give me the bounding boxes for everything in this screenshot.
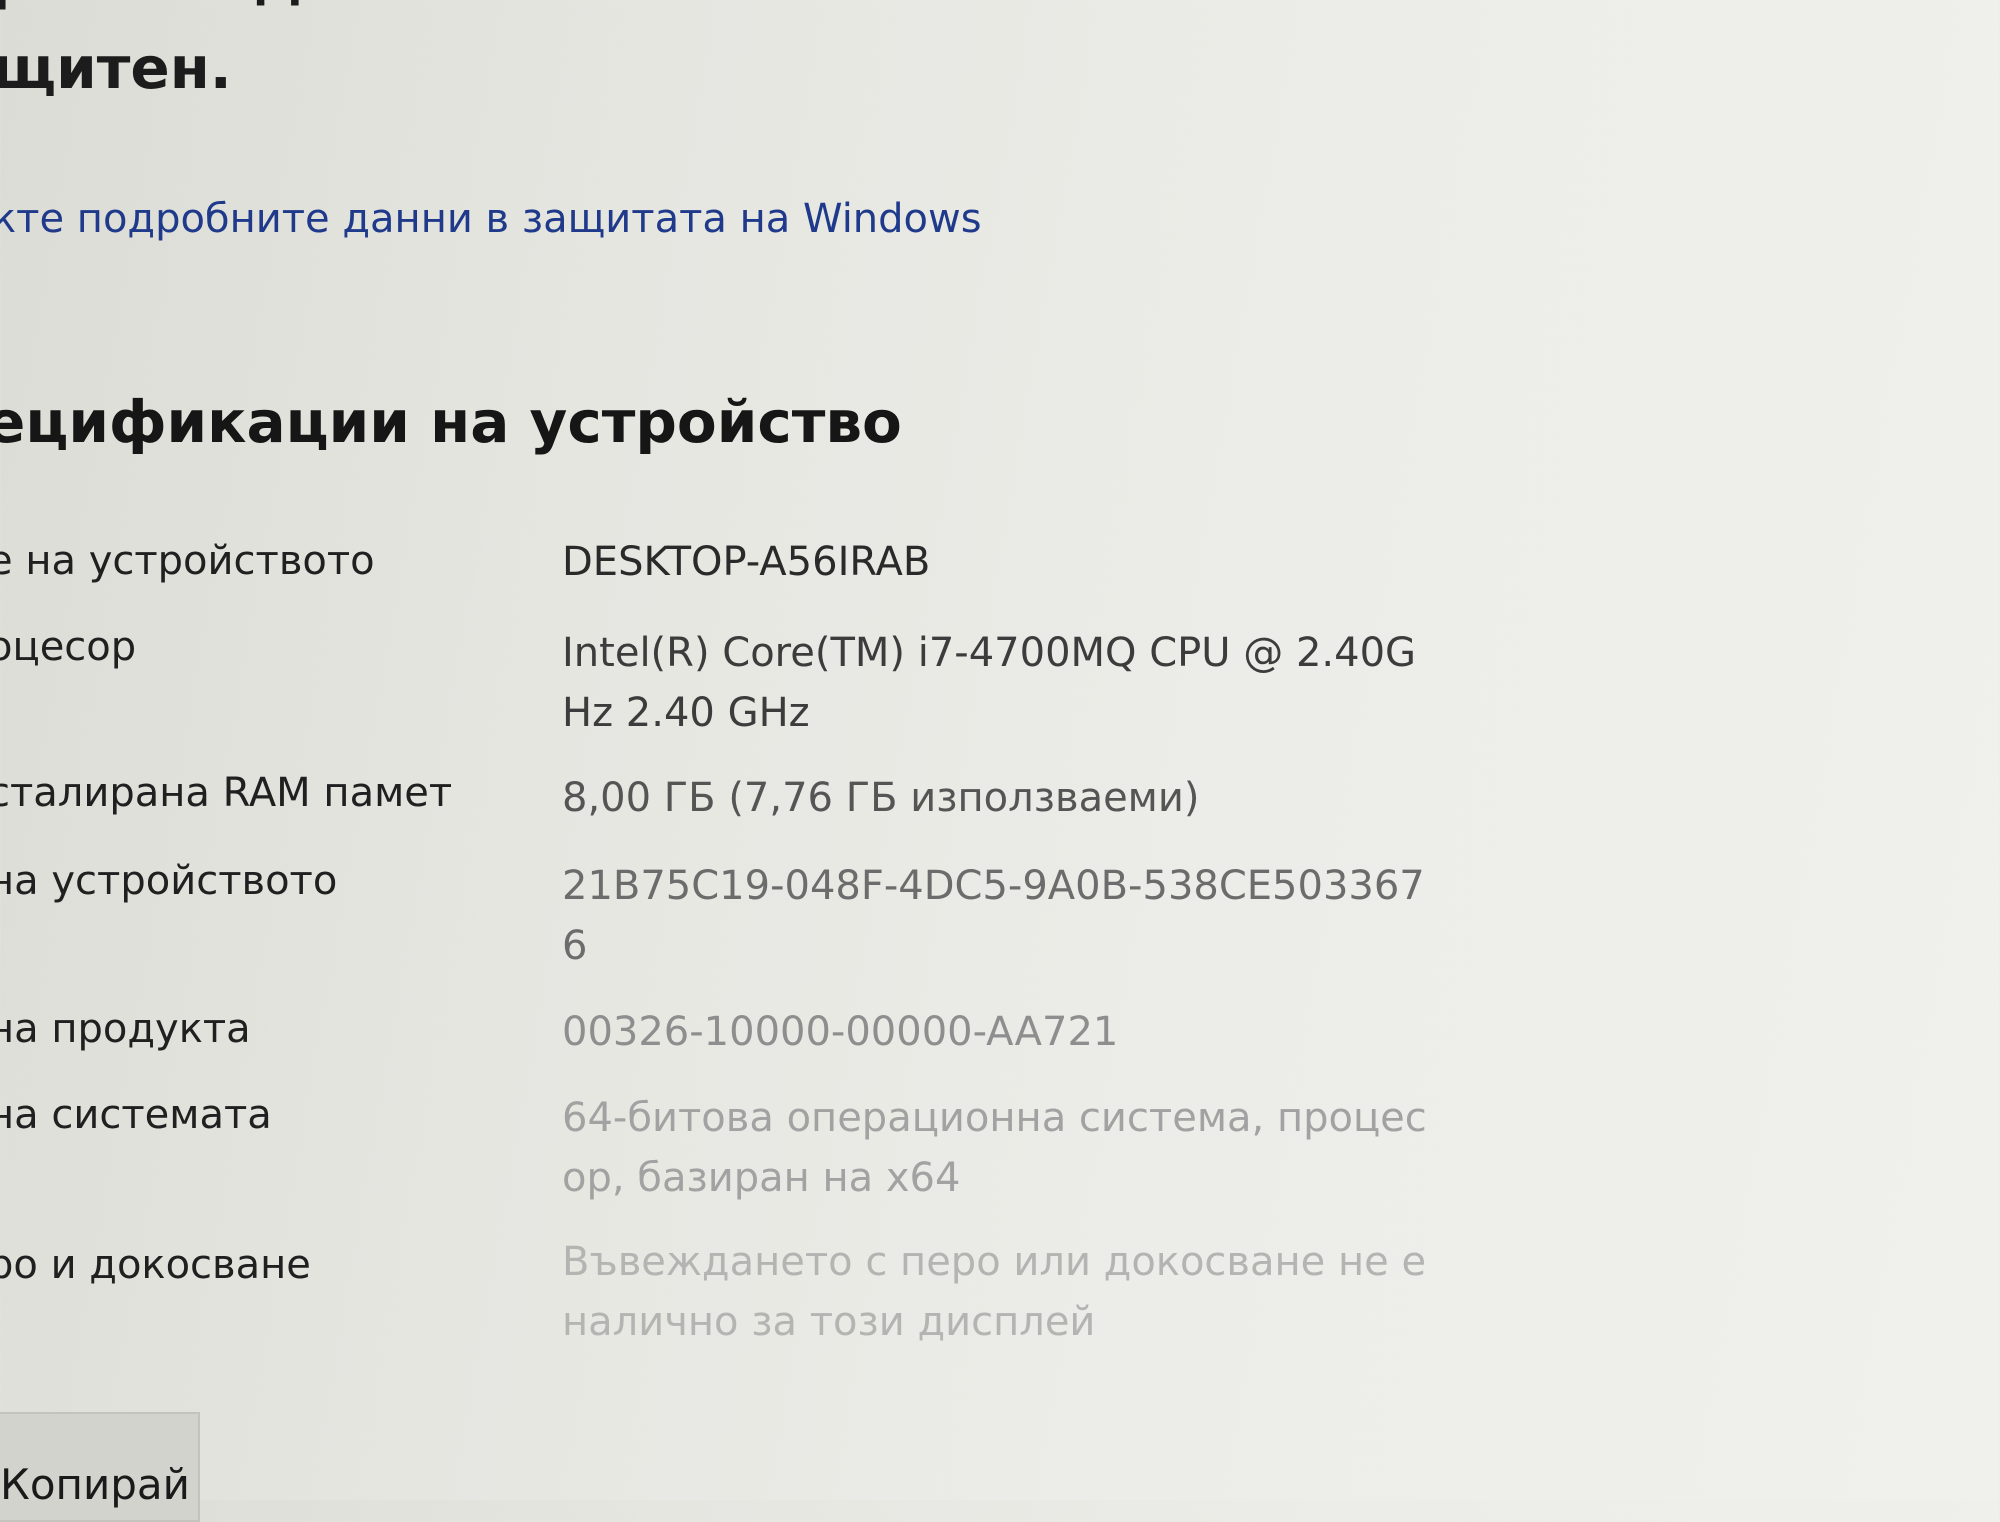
- spec-label-pen-touch: ро и докосване: [0, 1242, 311, 1288]
- spec-value-pen-touch: Въвеждането с перо или докосване не е на…: [562, 1239, 1427, 1345]
- spec-value-product-id: 00326-10000-00000-AA721: [562, 1009, 1119, 1055]
- spec-value-device-id: 21B75C19-048F-4DC5-9A0B-538CE503367 6: [562, 863, 1425, 969]
- device-specs-title: ецификации на устройство: [0, 388, 902, 456]
- security-status-heading: щитен.: [0, 34, 232, 102]
- copy-button[interactable]: Копирай: [0, 1412, 200, 1522]
- spec-label-device-name: е на устройството: [0, 538, 375, 584]
- spec-label-ram: сталирана RAM памет: [0, 770, 453, 816]
- spec-value-system-type: 64-битова операционна система, процесор,…: [562, 1095, 1427, 1201]
- spec-label-device-id: на устройството: [0, 858, 338, 904]
- spec-value-processor: Intel(R) Core(TM) i7-4700MQ CPU @ 2.40GH…: [562, 630, 1417, 736]
- windows-security-link[interactable]: кте подробните данни в защитата на Windo…: [0, 196, 982, 242]
- spec-value-device-name: DESKTOP-A56IRAB: [562, 539, 931, 585]
- spec-label-system-type: на системата: [0, 1092, 272, 1138]
- security-top-fragment: р незнодава и с: [0, 0, 540, 12]
- spec-label-product-id: на продукта: [0, 1006, 251, 1052]
- spec-label-processor: оцесор: [0, 624, 137, 670]
- spec-value-ram: 8,00 ГБ (7,76 ГБ използваеми): [562, 775, 1200, 821]
